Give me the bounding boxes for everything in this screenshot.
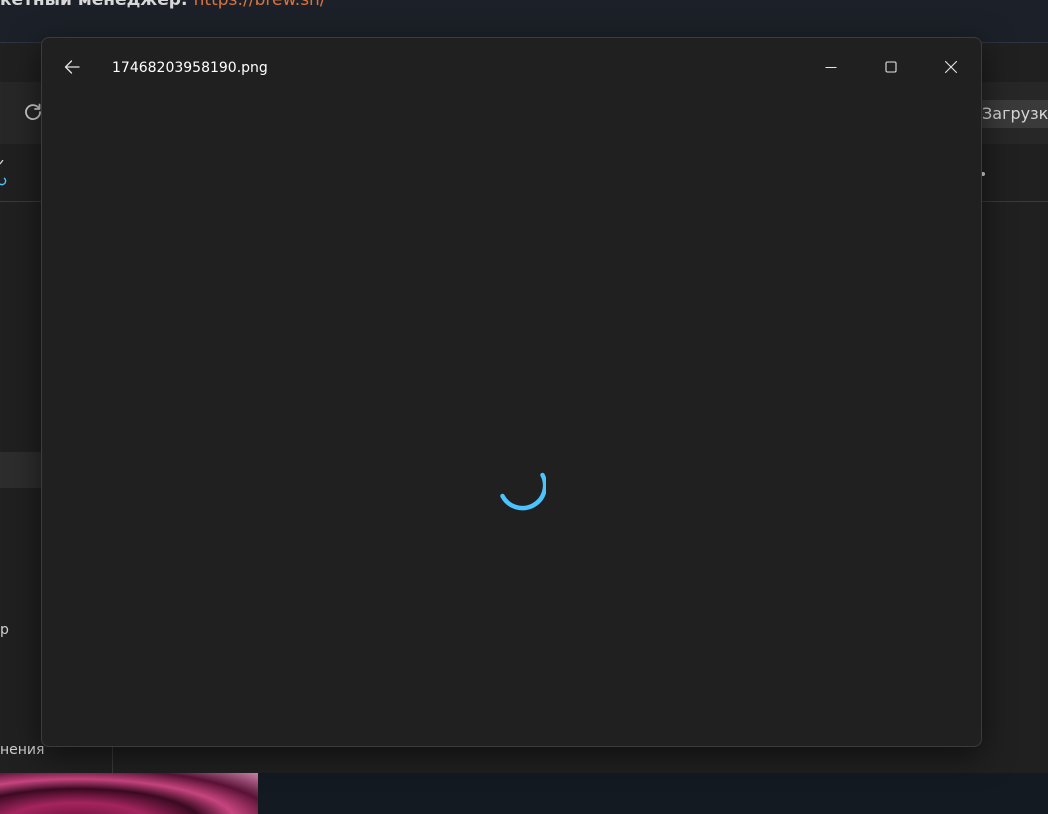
image-canvas [42,98,981,746]
viewer-title: 17468203958190.png [112,60,268,76]
wallpaper [0,773,258,814]
downloads-button[interactable]: Загрузки [972,100,1048,128]
loading-spinner-icon [500,472,546,511]
background-heading-text: кетный менеджер: [0,0,194,10]
desktop: кетный менеджер: https://brew.sh/ Загруз… [0,0,1048,814]
close-button[interactable] [928,50,974,84]
background-heading: кетный менеджер: https://brew.sh/ [0,0,326,10]
close-icon [944,60,958,74]
background-side-item-1[interactable]: р [0,622,9,638]
viewer-titlebar[interactable]: 17468203958190.png [42,38,981,98]
arrow-left-icon [64,60,80,74]
minimize-icon [825,66,837,69]
background-side-item-2[interactable]: нения [0,742,44,758]
maximize-button[interactable] [868,50,914,84]
background-sidebar-edge [112,746,113,773]
chevron-icon [0,160,7,186]
background-heading-link[interactable]: https://brew.sh/ [194,0,326,10]
minimize-button[interactable] [808,50,854,84]
back-button[interactable] [50,50,94,84]
background-selected-item[interactable] [0,452,42,488]
image-viewer-window: 17468203958190.png [41,37,982,747]
maximize-icon [885,61,897,73]
